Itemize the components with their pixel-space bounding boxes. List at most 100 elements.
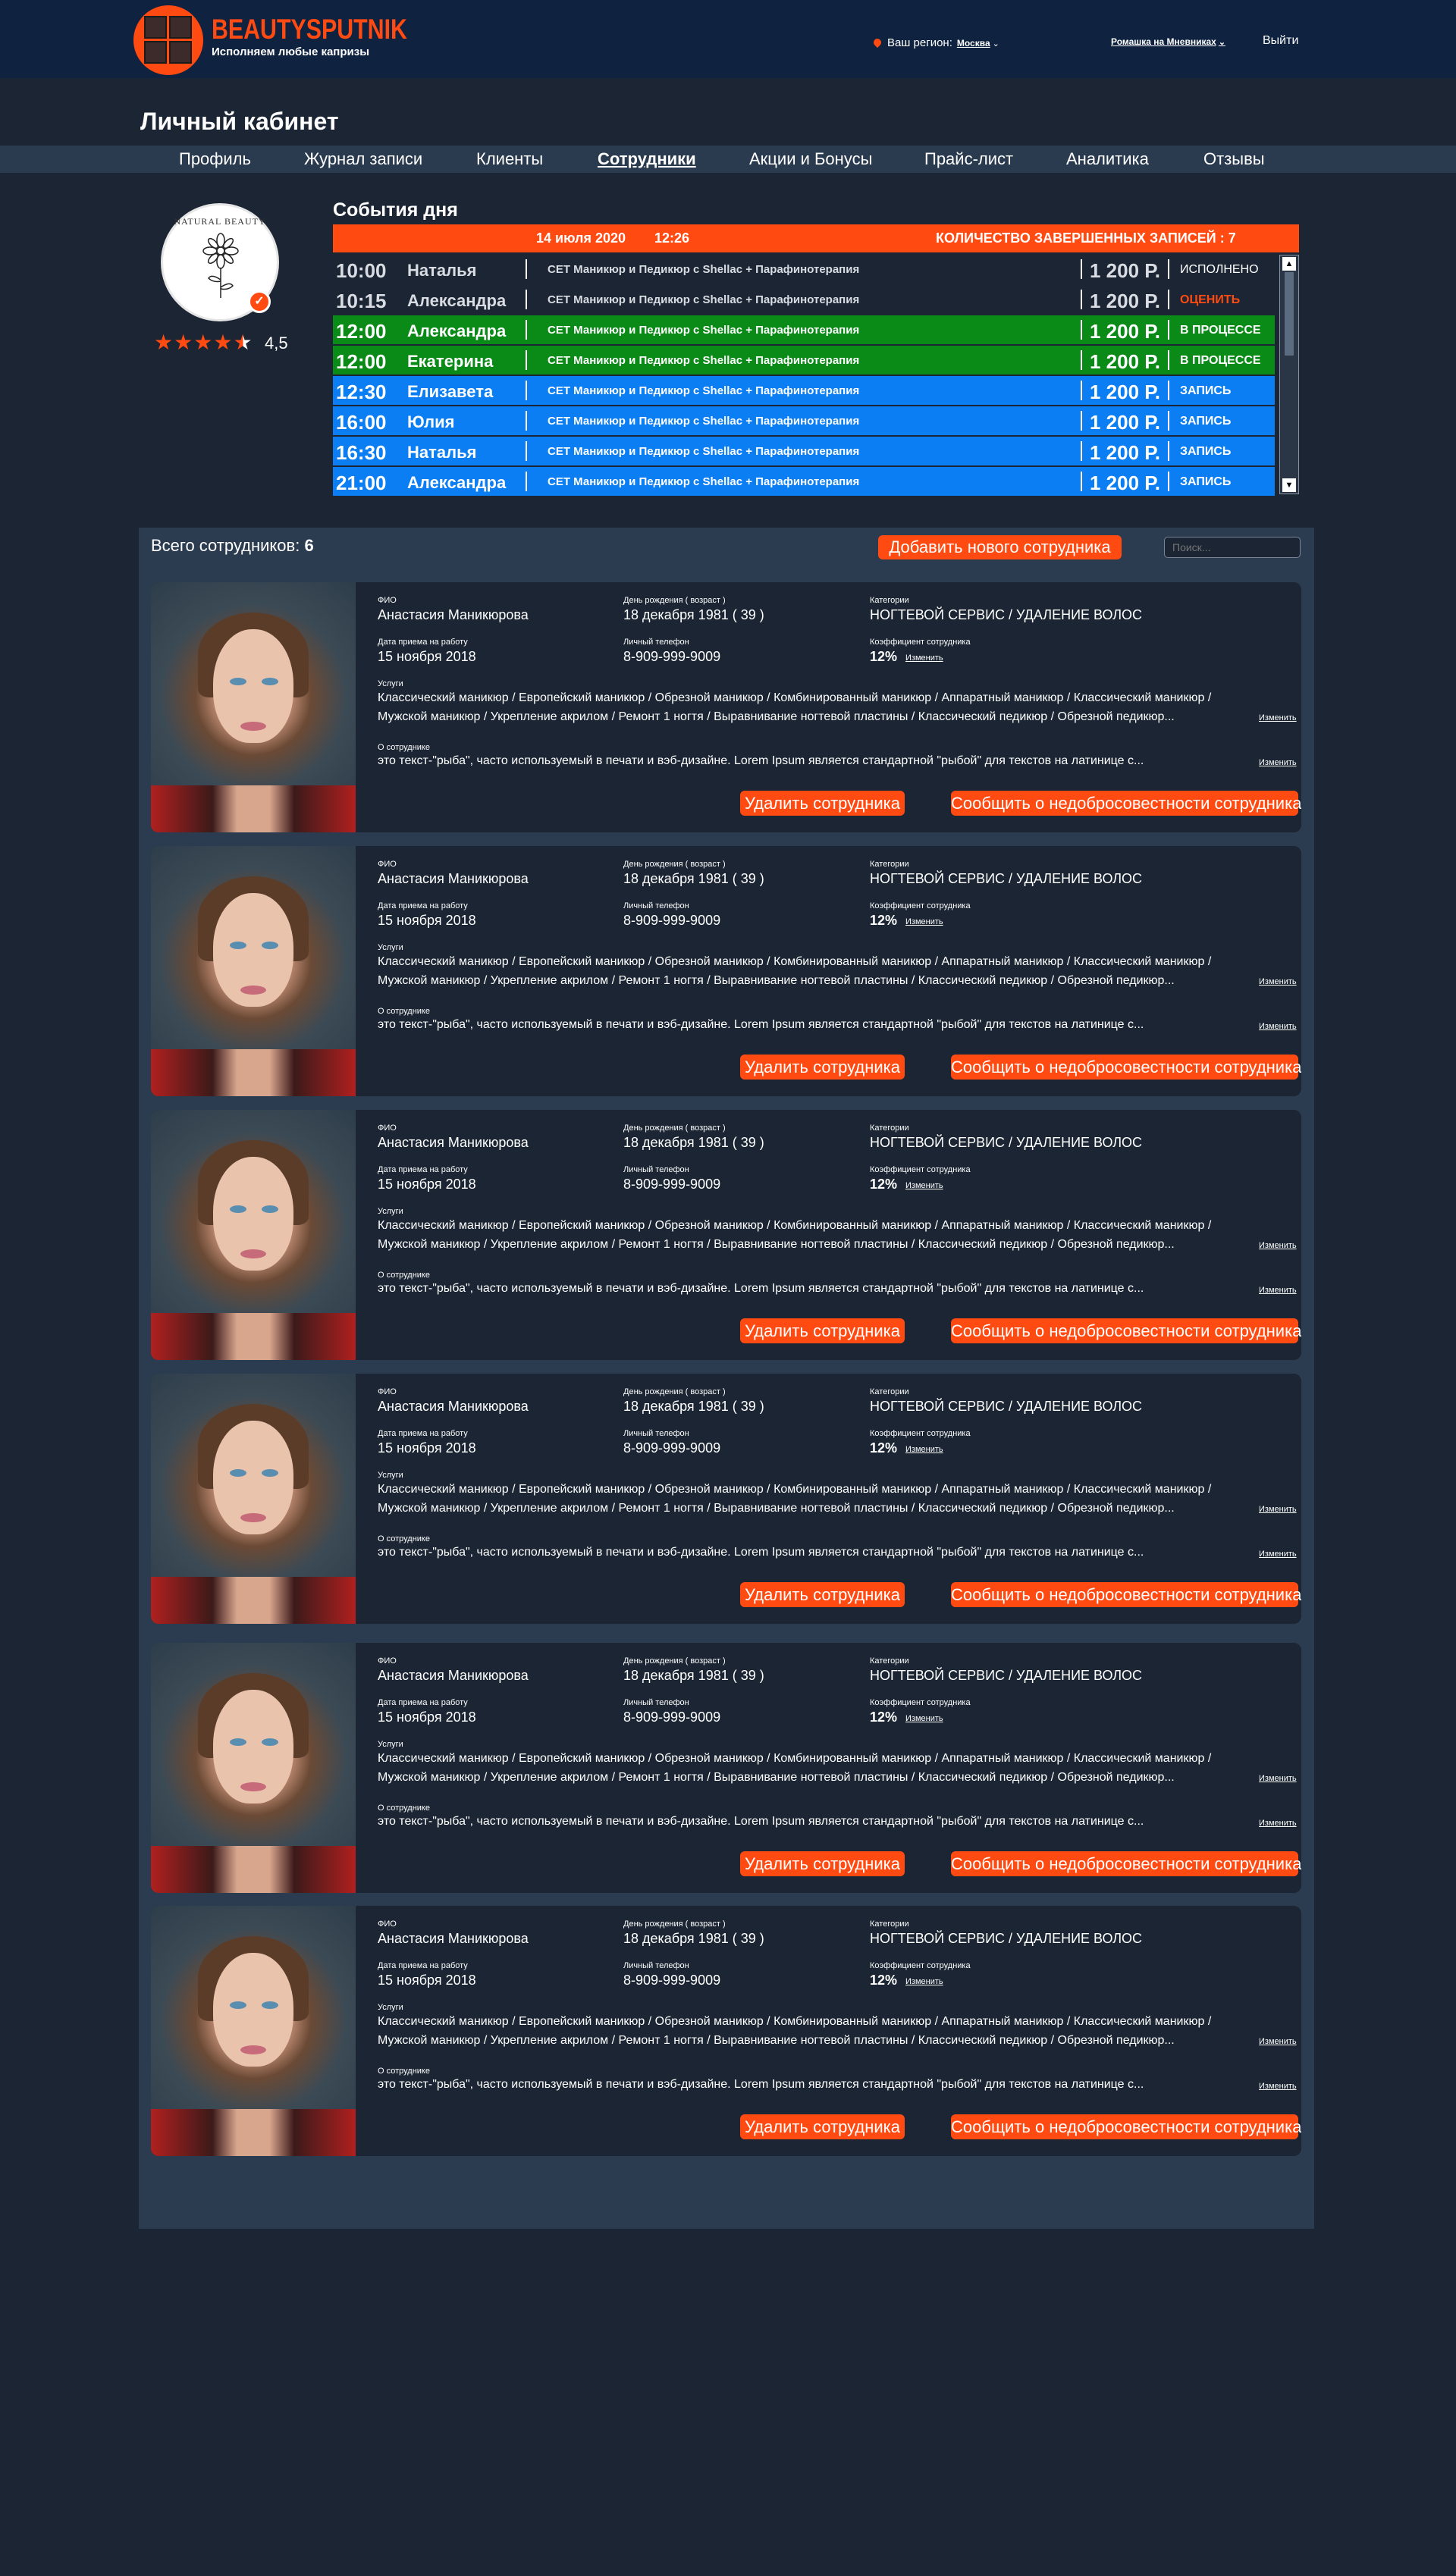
divider xyxy=(526,411,527,431)
employee-photo[interactable] xyxy=(151,1110,356,1360)
edit-services-link[interactable]: Изменить xyxy=(1259,1505,1297,1514)
chevron-down-icon[interactable]: ⌄ xyxy=(1219,38,1225,47)
tab-reviews[interactable]: Отзывы xyxy=(1203,149,1265,169)
salon-name[interactable]: Ромашка на Мневниках xyxy=(1111,36,1216,47)
services-label: Услуги xyxy=(378,679,403,688)
event-status: В ПРОЦЕССЕ xyxy=(1180,324,1261,337)
event-row[interactable]: 10:00 Наталья СЕТ Маникюр и Педикюр с Shel… xyxy=(333,255,1275,284)
brand-name[interactable]: BEAUTYSPUTNIK xyxy=(212,14,407,45)
edit-about-link[interactable]: Изменить xyxy=(1259,2082,1297,2091)
employee-photo[interactable] xyxy=(151,1643,356,1893)
region-selector[interactable]: Ваш регион: Москва ⌄ xyxy=(871,36,999,49)
event-time: 21:00 xyxy=(336,472,387,494)
delete-employee-button[interactable]: Удалить сотрудника xyxy=(740,1318,905,1343)
edit-services-link[interactable]: Изменить xyxy=(1259,713,1297,722)
edit-about-link[interactable]: Изменить xyxy=(1259,1286,1297,1295)
edit-coef-link[interactable]: Изменить xyxy=(905,1714,943,1723)
employee-services-line-2: Мужской маникюр / Укрепление акрилом / Р… xyxy=(378,1502,1175,1515)
coef-label: Коэффициент сотрудника xyxy=(870,1165,971,1174)
staff-total: Всего сотрудников: 6 xyxy=(151,536,314,556)
photo-eye xyxy=(230,2001,246,2009)
logout-link[interactable]: Выйти xyxy=(1263,34,1298,48)
event-row[interactable]: 12:30 Елизавета СЕТ Маникюр и Педикюр с Sh… xyxy=(333,376,1275,405)
employee-services-line-1: Классический маникюр / Европейский маник… xyxy=(378,1483,1212,1496)
employee-photo[interactable] xyxy=(151,1906,356,2156)
edit-services-link[interactable]: Изменить xyxy=(1259,1241,1297,1250)
edit-coef-link[interactable]: Изменить xyxy=(905,917,943,926)
tab-staff[interactable]: Сотрудники xyxy=(598,149,696,169)
photo-eye xyxy=(230,942,246,949)
phone-label: Личный телефон xyxy=(623,638,689,647)
employee-hired: 15 ноября 2018 xyxy=(378,913,476,928)
hired-label: Дата приема на работу xyxy=(378,901,468,910)
photo-shirt xyxy=(151,1313,356,1360)
edit-coef-link[interactable]: Изменить xyxy=(905,1445,943,1454)
edit-about-link[interactable]: Изменить xyxy=(1259,758,1297,767)
region-value[interactable]: Москва xyxy=(957,38,990,49)
event-row[interactable]: 12:00 Александра СЕТ Маникюр и Педикюр с S… xyxy=(333,315,1275,344)
delete-employee-button[interactable]: Удалить сотрудника xyxy=(740,791,905,816)
employee-services-line-2: Мужской маникюр / Укрепление акрилом / Р… xyxy=(378,2034,1175,2047)
photo-shirt xyxy=(151,785,356,832)
delete-employee-button[interactable]: Удалить сотрудника xyxy=(740,1055,905,1080)
employee-photo[interactable] xyxy=(151,846,356,1096)
edit-coef-link[interactable]: Изменить xyxy=(905,1181,943,1190)
report-employee-button[interactable]: Сообщить о недобросовестности сотрудника xyxy=(951,1318,1301,1343)
edit-services-link[interactable]: Изменить xyxy=(1259,1774,1297,1783)
event-price: 1 200 Р. xyxy=(1090,350,1160,373)
report-employee-button[interactable]: Сообщить о недобросовестности сотрудника xyxy=(951,1582,1301,1607)
edit-about-link[interactable]: Изменить xyxy=(1259,1550,1297,1559)
event-row[interactable]: 16:00 Юлия СЕТ Маникюр и Педикюр с Shellac… xyxy=(333,406,1275,435)
verified-icon: ✓ xyxy=(248,290,271,313)
scroll-up-icon[interactable]: ▲ xyxy=(1282,257,1296,271)
employee-photo[interactable] xyxy=(151,582,356,832)
edit-about-link[interactable]: Изменить xyxy=(1259,1819,1297,1828)
delete-employee-button[interactable]: Удалить сотрудника xyxy=(740,2114,905,2139)
tab-pricelist[interactable]: Прайс-лист xyxy=(924,149,1013,169)
chevron-down-icon[interactable]: ⌄ xyxy=(993,39,999,49)
edit-services-link[interactable]: Изменить xyxy=(1259,2037,1297,2046)
event-row[interactable]: 21:00 Александра СЕТ Маникюр и Педикюр с S… xyxy=(333,467,1275,496)
tab-profile[interactable]: Профиль xyxy=(179,149,251,169)
employee-birthday: 18 декабря 1981 ( 39 ) xyxy=(623,1668,764,1683)
tab-clients[interactable]: Клиенты xyxy=(476,149,543,169)
report-employee-button[interactable]: Сообщить о недобросовестности сотрудника xyxy=(951,1851,1301,1876)
employee-card: ФИО Анастасия Маникюрова День рождения ( в… xyxy=(151,846,1301,1096)
salon-avatar[interactable]: NATURAL BEAUTY ✓ xyxy=(161,203,279,321)
edit-about-link[interactable]: Изменить xyxy=(1259,1022,1297,1031)
edit-coef-link[interactable]: Изменить xyxy=(905,653,943,663)
photo-eye xyxy=(262,2001,278,2009)
scroll-thumb[interactable] xyxy=(1285,272,1294,356)
event-client: Наталья xyxy=(407,261,477,280)
photo-shirt xyxy=(151,1846,356,1893)
employee-photo[interactable] xyxy=(151,1374,356,1624)
fio-label: ФИО xyxy=(378,1387,397,1396)
tab-promotions[interactable]: Акции и Бонусы xyxy=(749,149,872,169)
events-scrollbar[interactable]: ▲ ▼ xyxy=(1279,255,1299,494)
divider xyxy=(526,441,527,461)
photo-lips xyxy=(240,1513,266,1522)
event-status[interactable]: ОЦЕНИТЬ xyxy=(1180,293,1240,307)
employee-name: Анастасия Маникюрова xyxy=(378,871,529,886)
employee-card: ФИО Анастасия Маникюрова День рождения ( в… xyxy=(151,582,1301,832)
delete-employee-button[interactable]: Удалить сотрудника xyxy=(740,1851,905,1876)
report-employee-button[interactable]: Сообщить о недобросовестности сотрудника xyxy=(951,791,1301,816)
salon-selector[interactable]: Ромашка на Мневниках ⌄ xyxy=(1111,36,1225,47)
edit-coef-link[interactable]: Изменить xyxy=(905,1977,943,1986)
event-row[interactable]: 16:30 Наталья СЕТ Маникюр и Педикюр с Shel… xyxy=(333,437,1275,465)
tab-journal[interactable]: Журнал записи xyxy=(304,149,422,169)
event-row[interactable]: 12:00 Екатерина СЕТ Маникюр и Педикюр с Sh… xyxy=(333,346,1275,374)
report-employee-button[interactable]: Сообщить о недобросовестности сотрудника xyxy=(951,2114,1301,2139)
employee-hired: 15 ноября 2018 xyxy=(378,1440,476,1456)
event-row[interactable]: 10:15 Александра СЕТ Маникюр и Педикюр с S… xyxy=(333,285,1275,314)
delete-employee-button[interactable]: Удалить сотрудника xyxy=(740,1582,905,1607)
search-input[interactable] xyxy=(1164,537,1301,558)
logo-icon[interactable] xyxy=(133,5,203,75)
add-employee-button[interactable]: Добавить нового сотрудника xyxy=(878,535,1122,559)
tab-analytics[interactable]: Аналитика xyxy=(1066,149,1149,169)
edit-services-link[interactable]: Изменить xyxy=(1259,977,1297,986)
report-employee-button[interactable]: Сообщить о недобросовестности сотрудника xyxy=(951,1055,1301,1080)
events-time: 12:26 xyxy=(654,230,690,246)
event-service: СЕТ Маникюр и Педикюр с Shellac + Парафи… xyxy=(548,354,860,367)
scroll-down-icon[interactable]: ▼ xyxy=(1282,478,1296,492)
